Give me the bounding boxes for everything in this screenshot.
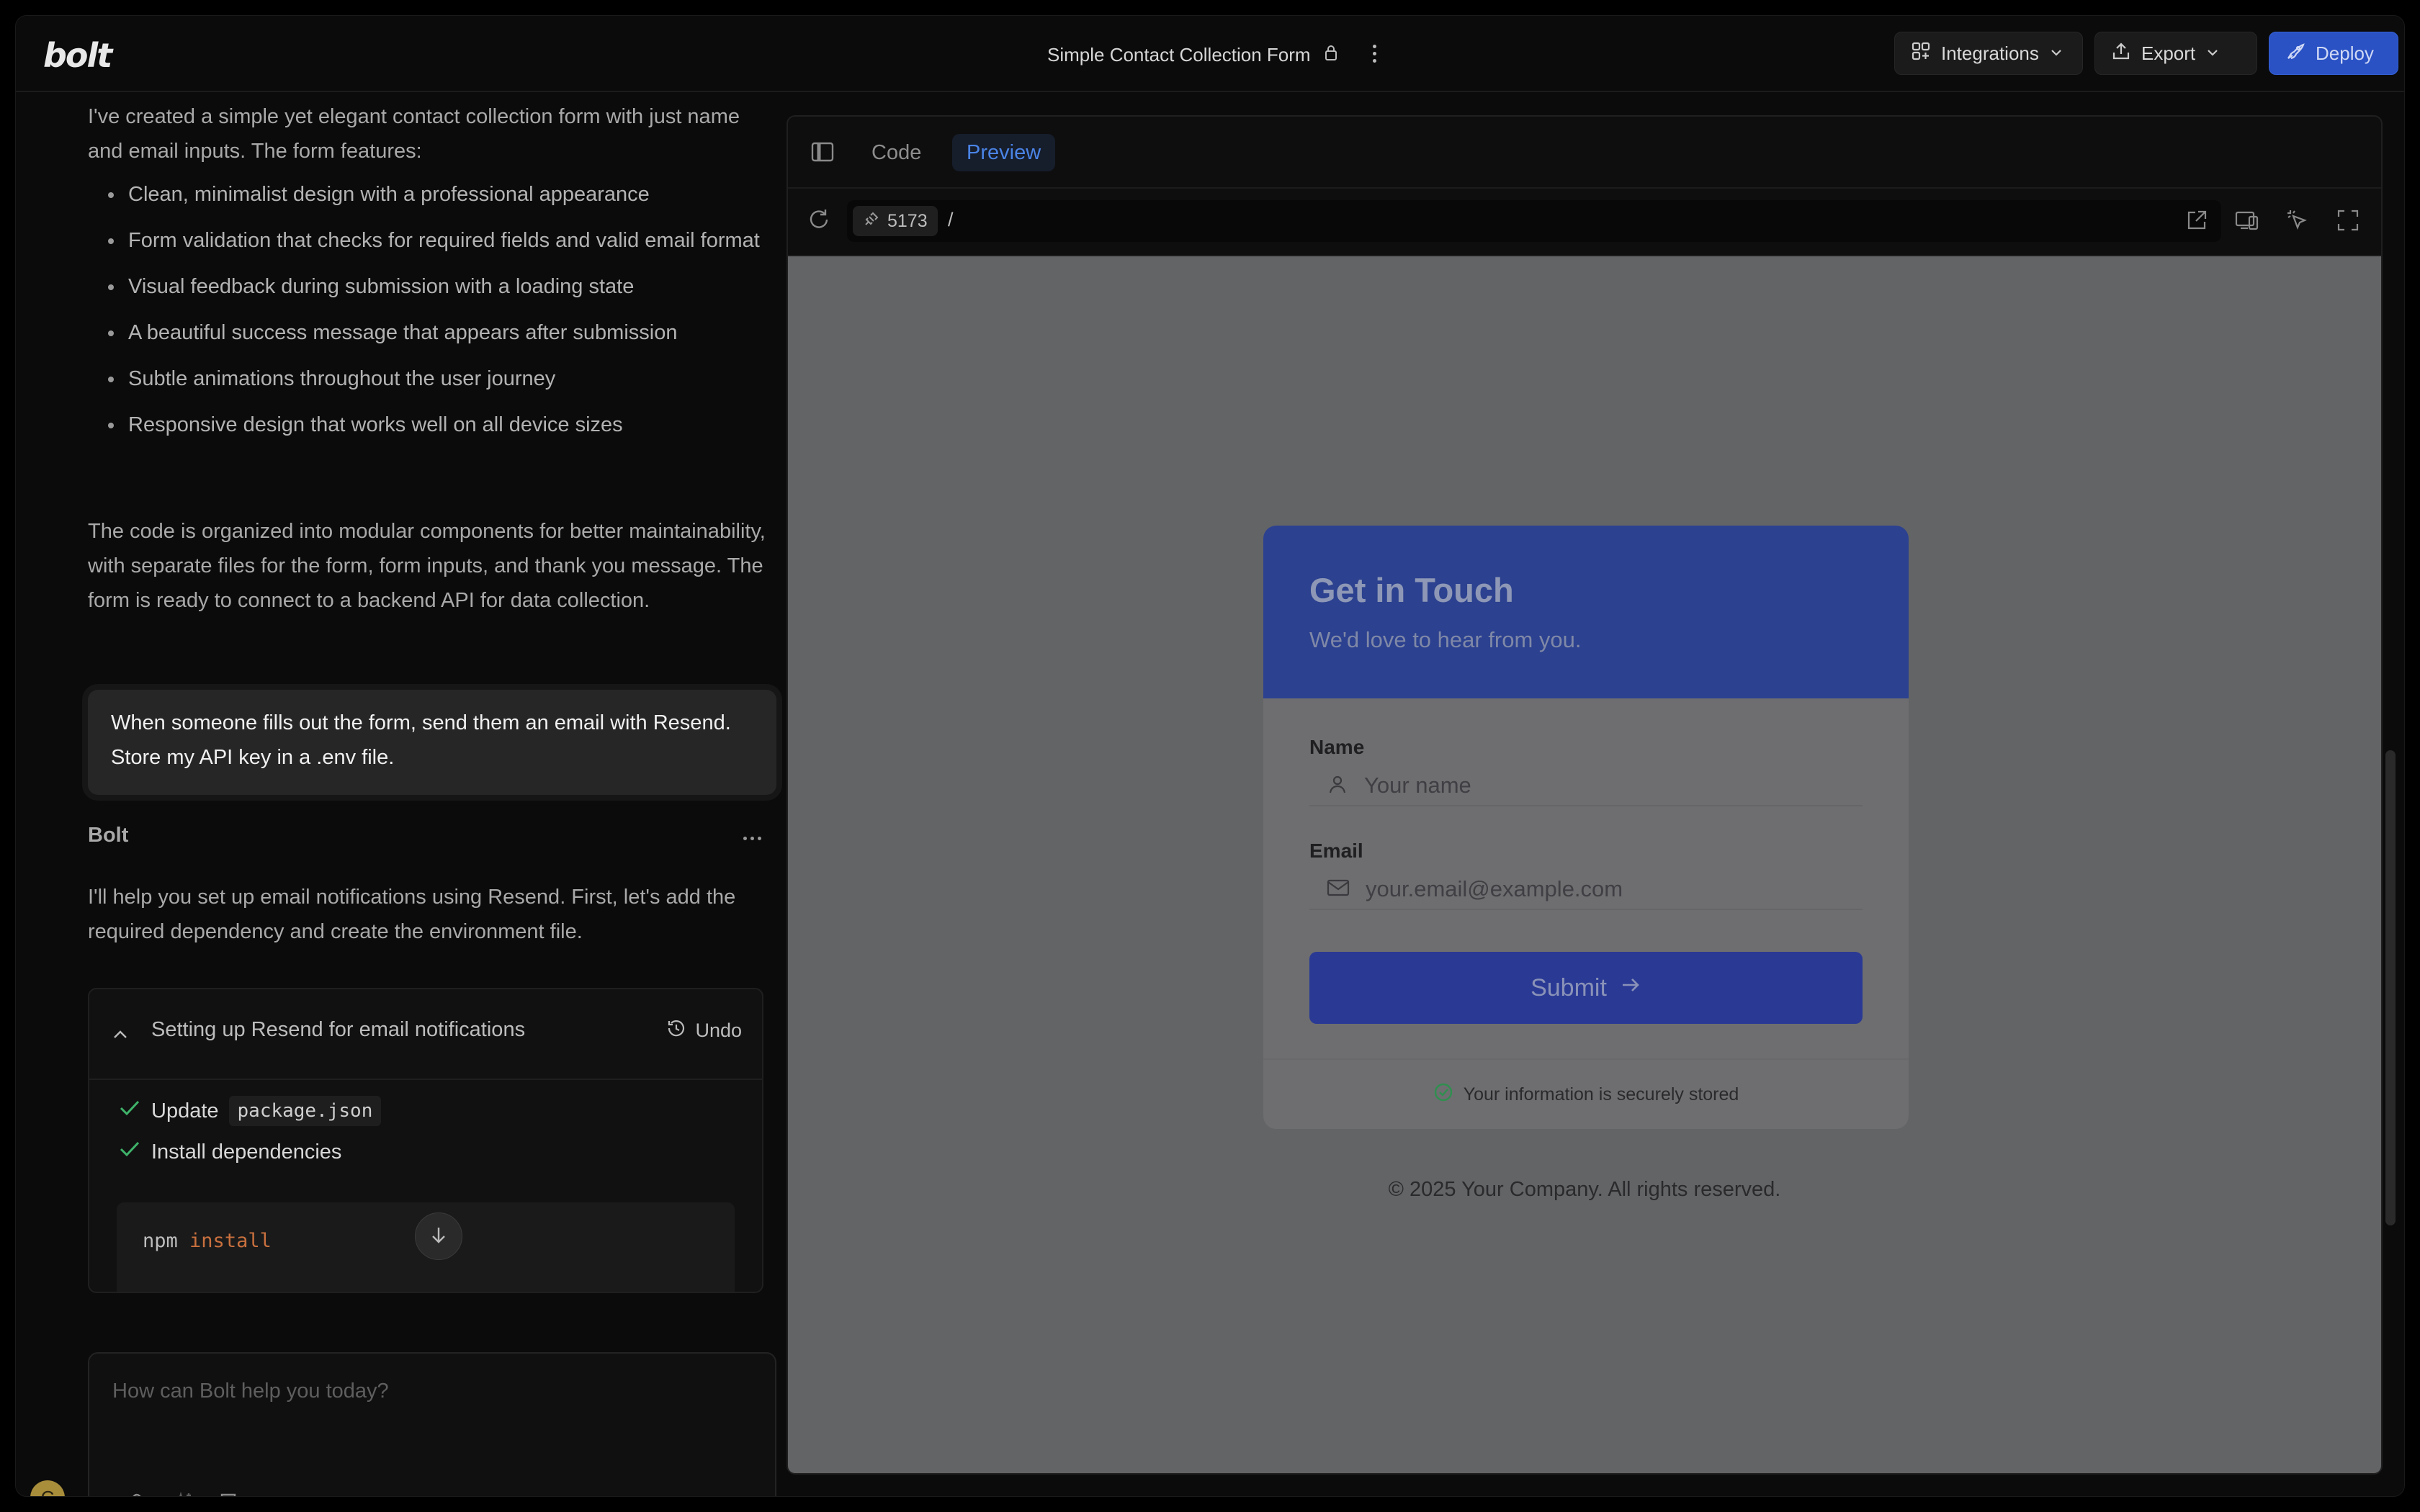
url-path[interactable]: / [948, 209, 954, 231]
project-menu-icon[interactable] [1367, 39, 1381, 68]
rocket-icon [2285, 41, 2305, 66]
workbench-panel: Code Preview 5173 / Get in Touch We'd lo… [786, 115, 2383, 1475]
action-card-header[interactable]: Setting up Resend for email notification… [89, 989, 762, 1080]
export-label: Export [2141, 42, 2196, 64]
history-icon [666, 1018, 686, 1043]
assistant-name: Bolt [88, 824, 129, 847]
integrations-button[interactable]: Integrations [1894, 32, 2083, 75]
element-picker-icon[interactable] [2283, 206, 2312, 235]
chevron-down-icon [2205, 42, 2220, 65]
chevron-up-icon[interactable] [111, 1025, 130, 1048]
step-label: Update [151, 1099, 219, 1122]
export-button[interactable]: Export [2094, 32, 2257, 75]
assistant-summary-text: The code is organized into modular compo… [88, 520, 766, 612]
copyright-text: © 2025 Your Company. All rights reserved… [1388, 1178, 1781, 1201]
avatar[interactable]: C [30, 1480, 65, 1496]
sidebar-panel-icon[interactable] [811, 141, 834, 166]
user-icon [1327, 773, 1348, 798]
form-title: Get in Touch [1309, 571, 1514, 609]
email-field [1309, 870, 1863, 910]
action-title: Setting up Resend for email notification… [151, 1018, 526, 1041]
preview-tools [2182, 206, 2362, 235]
top-bar: bolt Simple Contact Collection Form Inte… [16, 16, 2404, 92]
assistant-intro-text: I've created a simple yet elegant contac… [88, 105, 740, 163]
step-label: Install dependencies [151, 1140, 342, 1164]
undo-label: Undo [695, 1020, 742, 1041]
mail-icon [1327, 878, 1350, 901]
app-window: bolt Simple Contact Collection Form Inte… [15, 15, 2405, 1497]
deploy-label: Deploy [2316, 42, 2374, 64]
port-selector[interactable]: 5173 [853, 206, 938, 236]
preview-address-bar: 5173 / [788, 189, 2381, 256]
workbench-tabs: Code Preview [788, 117, 2381, 189]
list-item: Form validation that checks for required… [88, 223, 779, 258]
tab-preview[interactable]: Preview [952, 134, 1056, 171]
project-title[interactable]: Simple Contact Collection Form [1047, 40, 1338, 69]
name-input[interactable] [1364, 773, 1854, 798]
step-install-deps: Install dependencies [118, 1139, 341, 1165]
secure-note: Your information is securely stored [1463, 1084, 1739, 1104]
scrollbar[interactable] [2385, 750, 2396, 1225]
file-chip[interactable]: package.json [228, 1096, 382, 1126]
terminal-arg: install [189, 1230, 272, 1252]
more-options-icon[interactable] [738, 824, 766, 852]
check-circle-icon [1433, 1082, 1453, 1107]
prompt-tools [118, 1488, 246, 1496]
chat-icon[interactable] [216, 1488, 246, 1496]
plug-icon [863, 210, 880, 233]
email-input[interactable] [1366, 876, 1855, 902]
contact-form-card: Get in Touch We'd love to hear from you.… [1263, 526, 1909, 1129]
list-item: Subtle animations throughout the user jo… [88, 361, 779, 396]
submit-button[interactable]: Submit [1309, 952, 1863, 1024]
link-icon[interactable] [118, 1488, 148, 1496]
chevron-down-icon [2049, 42, 2063, 65]
arrow-right-icon [1620, 974, 1641, 1002]
port-number: 5173 [887, 210, 928, 231]
device-preview-icon[interactable] [2233, 206, 2262, 235]
fullscreen-icon[interactable] [2334, 206, 2362, 235]
deploy-button[interactable]: Deploy [2269, 32, 2398, 75]
prompt-box [88, 1352, 776, 1496]
scroll-to-bottom-button[interactable] [415, 1212, 462, 1260]
user-message: When someone fills out the form, send th… [88, 690, 776, 795]
arrow-down-icon [429, 1225, 449, 1248]
form-subtitle: We'd love to hear from you. [1309, 627, 1582, 652]
form-footer: Your information is securely stored [1263, 1058, 1909, 1129]
terminal-cmd: npm [143, 1230, 178, 1252]
name-label: Name [1309, 736, 1365, 758]
chat-panel: I've created a simple yet elegant contac… [16, 92, 776, 1496]
url-field[interactable]: 5173 / [847, 200, 2221, 242]
undo-button[interactable]: Undo [666, 1018, 742, 1043]
feature-list: Clean, minimalist design with a professi… [88, 177, 779, 454]
assistant-reply-text: I'll help you set up email notifications… [88, 886, 736, 943]
tab-code[interactable]: Code [857, 134, 936, 171]
lock-icon [1324, 44, 1338, 66]
open-external-icon[interactable] [2182, 206, 2211, 235]
prompt-input[interactable] [112, 1380, 746, 1466]
list-item: Clean, minimalist design with a professi… [88, 177, 779, 212]
bolt-logo[interactable]: bolt [43, 36, 112, 75]
list-item: Responsive design that works well on all… [88, 408, 779, 442]
step-update-package: Update package.json [118, 1096, 382, 1126]
submit-label: Submit [1531, 973, 1607, 1002]
upload-icon [2111, 41, 2131, 66]
check-icon [118, 1139, 141, 1165]
form-header: Get in Touch We'd love to hear from you. [1263, 526, 1909, 698]
preview-viewport: Get in Touch We'd love to hear from you.… [788, 256, 2381, 1473]
integrations-icon [1911, 41, 1931, 66]
sparkle-icon[interactable] [167, 1488, 197, 1496]
list-item: Visual feedback during submission with a… [88, 269, 779, 304]
email-label: Email [1309, 840, 1363, 862]
reload-icon[interactable] [807, 207, 831, 235]
integrations-label: Integrations [1941, 42, 2039, 64]
project-title-text: Simple Contact Collection Form [1047, 43, 1311, 66]
check-icon [118, 1098, 141, 1124]
list-item: A beautiful success message that appears… [88, 315, 779, 350]
name-field [1309, 766, 1863, 806]
